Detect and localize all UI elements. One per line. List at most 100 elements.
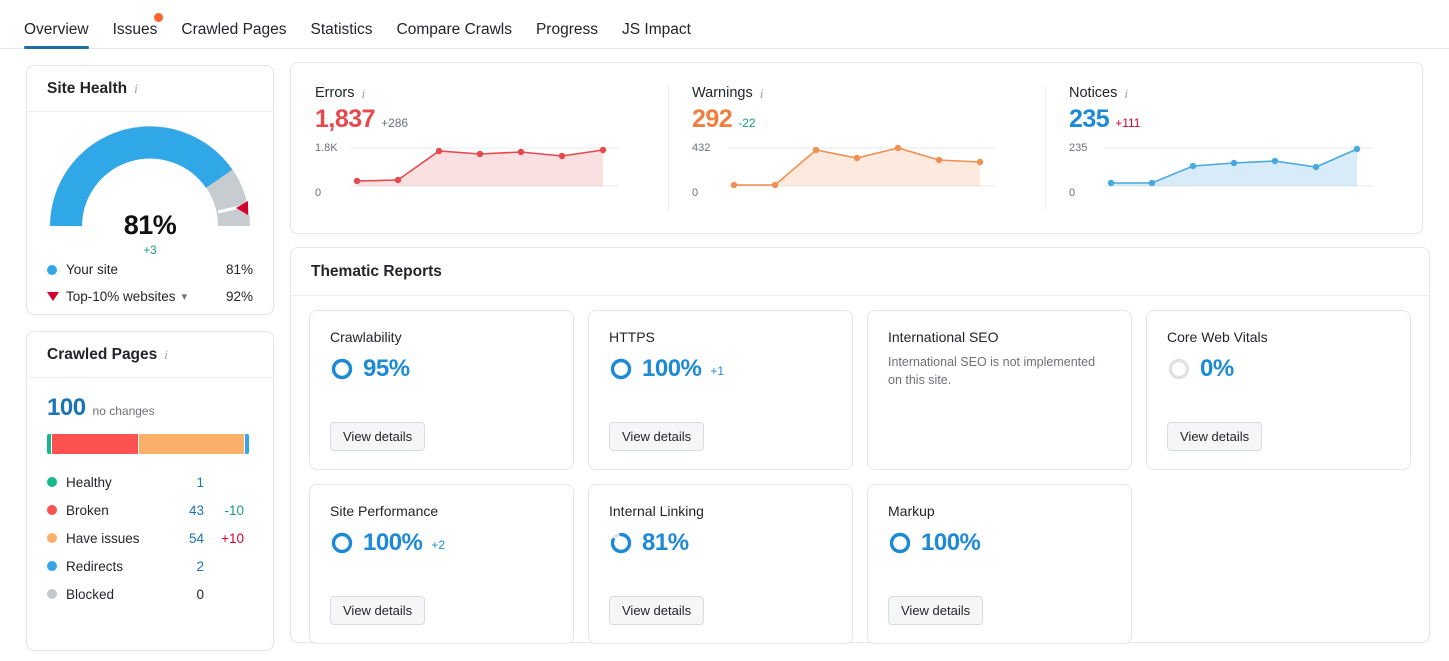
- progress-ring-icon: [331, 358, 353, 380]
- dashboard-body: Site Health i 81% +3 Your site 81% Top-1…: [0, 49, 1449, 661]
- report-score-row: 100%: [888, 529, 1111, 557]
- view-details-button[interactable]: View details: [1167, 422, 1263, 451]
- left-column: Site Health i 81% +3 Your site 81% Top-1…: [26, 65, 274, 651]
- gauge-value: 81%: [123, 210, 177, 240]
- stat-columns: Errors i 1,837 +286 1.8K 0 Warnings i 29…: [291, 63, 1422, 233]
- report-card-core-web-vitals[interactable]: Core Web Vitals 0% View details: [1146, 310, 1411, 470]
- legend-item-your-site: Your site 81%: [47, 256, 253, 283]
- legend-dot-icon: [47, 264, 57, 275]
- report-score-row: 0%: [1167, 355, 1390, 383]
- stat-values: 235 +111: [1069, 105, 1398, 134]
- legend-item-top-10-websites[interactable]: Top-10% websites ▾ 92%: [47, 283, 253, 310]
- sparkline-svg: [1105, 145, 1373, 187]
- report-card-markup[interactable]: Markup 100% View details: [867, 484, 1132, 644]
- bar-segment-healthy: [47, 434, 51, 454]
- list-item[interactable]: Redirects 2: [47, 552, 253, 580]
- status-label: Redirects: [66, 558, 124, 574]
- stat-notices: Notices i 235 +111 235 0: [1045, 63, 1422, 233]
- stat-label: Notices: [1069, 85, 1118, 101]
- chevron-down-icon[interactable]: ▾: [182, 290, 188, 303]
- axis-tick-high: 1.8K: [315, 142, 338, 154]
- crawl-overview-page: Overview Issues Crawled Pages Statistics…: [0, 0, 1449, 661]
- report-card-crawlability[interactable]: Crawlability 95% View details: [309, 310, 574, 470]
- report-card-https[interactable]: HTTPS 100% +1 View details: [588, 310, 853, 470]
- list-item[interactable]: Blocked 0: [47, 580, 253, 608]
- report-score-row: 81%: [609, 529, 832, 557]
- status-label: Broken: [66, 502, 109, 518]
- report-percent: 100%: [363, 529, 423, 556]
- progress-ring-icon: [889, 532, 911, 554]
- tab-label: JS Impact: [622, 20, 691, 38]
- stat-header: Warnings i: [692, 85, 1021, 101]
- report-score-row: 100% +2: [330, 529, 553, 557]
- thematic-reports-title: Thematic Reports: [311, 262, 442, 280]
- stat-value: 292: [692, 105, 733, 133]
- info-icon[interactable]: i: [134, 82, 138, 95]
- view-details-button[interactable]: View details: [609, 596, 705, 625]
- report-percent: 0%: [1200, 355, 1234, 382]
- crawled-pages-total: 100: [47, 394, 86, 421]
- status-value: 2: [196, 558, 204, 574]
- status-value: 1: [196, 474, 204, 490]
- stat-errors: Errors i 1,837 +286 1.8K 0: [291, 63, 668, 233]
- stat-header: Errors i: [315, 85, 644, 101]
- main-tabbar: Overview Issues Crawled Pages Statistics…: [0, 0, 1449, 49]
- status-dot-icon: [47, 505, 57, 515]
- axis-tick-low: 0: [315, 187, 322, 199]
- view-details-button[interactable]: View details: [330, 422, 426, 451]
- axis-tick-high: 432: [692, 142, 711, 154]
- crawled-pages-title: Crawled Pages: [47, 345, 158, 363]
- tab-overview[interactable]: Overview: [24, 20, 101, 50]
- report-percent: 81%: [642, 529, 689, 556]
- gauge-delta: +3: [143, 245, 157, 257]
- tab-js-impact[interactable]: JS Impact: [610, 20, 703, 50]
- info-icon[interactable]: i: [1124, 87, 1128, 100]
- view-details-button[interactable]: View details: [888, 596, 984, 625]
- stat-label: Warnings: [692, 85, 753, 101]
- crawled-pages-total-row: 100 no changes: [47, 394, 253, 422]
- report-card-site-performance[interactable]: Site Performance 100% +2 View details: [309, 484, 574, 644]
- legend-value: 81%: [225, 262, 253, 277]
- stat-values: 1,837 +286: [315, 105, 644, 134]
- tab-progress[interactable]: Progress: [524, 21, 610, 50]
- stat-value: 235: [1069, 105, 1110, 133]
- report-name: Internal Linking: [609, 503, 704, 519]
- stat-delta: -22: [738, 116, 756, 130]
- report-delta: +2: [431, 538, 446, 552]
- crawled-pages-stacked-bar: [47, 434, 249, 454]
- bar-segment-have-issues: [138, 434, 245, 454]
- report-card-internal-linking[interactable]: Internal Linking 81% View details: [588, 484, 853, 644]
- site-health-title: Site Health: [47, 79, 128, 97]
- status-dot-icon: [47, 561, 57, 571]
- tab-crawled-pages[interactable]: Crawled Pages: [169, 21, 298, 50]
- view-details-button[interactable]: View details: [609, 422, 705, 451]
- report-percent: 95%: [363, 355, 410, 382]
- stat-header: Notices i: [1069, 85, 1398, 101]
- report-name: Markup: [888, 503, 935, 519]
- errors-sparkline: 1.8K 0: [315, 142, 644, 199]
- status-value: 43: [188, 502, 204, 518]
- progress-ring-icon: [610, 532, 632, 554]
- tab-label: Overview: [24, 20, 89, 38]
- status-label: Have issues: [66, 530, 140, 546]
- sparkline-svg: [728, 144, 996, 189]
- warnings-sparkline: 432 0: [692, 142, 1021, 199]
- stat-label: Errors: [315, 85, 355, 101]
- list-item[interactable]: Have issues 54 +10: [47, 524, 253, 552]
- axis-tick-low: 0: [1069, 187, 1076, 199]
- report-name: International SEO: [888, 329, 999, 345]
- view-details-button[interactable]: View details: [330, 596, 426, 625]
- tab-statistics[interactable]: Statistics: [299, 21, 385, 50]
- tab-issues[interactable]: Issues: [101, 12, 170, 50]
- legend-label: Your site: [66, 262, 119, 277]
- list-item[interactable]: Broken 43 -10: [47, 496, 253, 524]
- status-dot-icon: [47, 589, 57, 599]
- info-icon[interactable]: i: [361, 87, 365, 100]
- legend-value: 92%: [225, 289, 253, 304]
- crawled-pages-legend: Healthy 1 Broken 43 -10 Have issues 54 +…: [47, 468, 253, 608]
- info-icon[interactable]: i: [164, 348, 168, 361]
- info-icon[interactable]: i: [760, 87, 764, 100]
- tab-compare-crawls[interactable]: Compare Crawls: [385, 21, 524, 50]
- list-item[interactable]: Healthy 1: [47, 468, 253, 496]
- report-percent: 100%: [921, 529, 981, 556]
